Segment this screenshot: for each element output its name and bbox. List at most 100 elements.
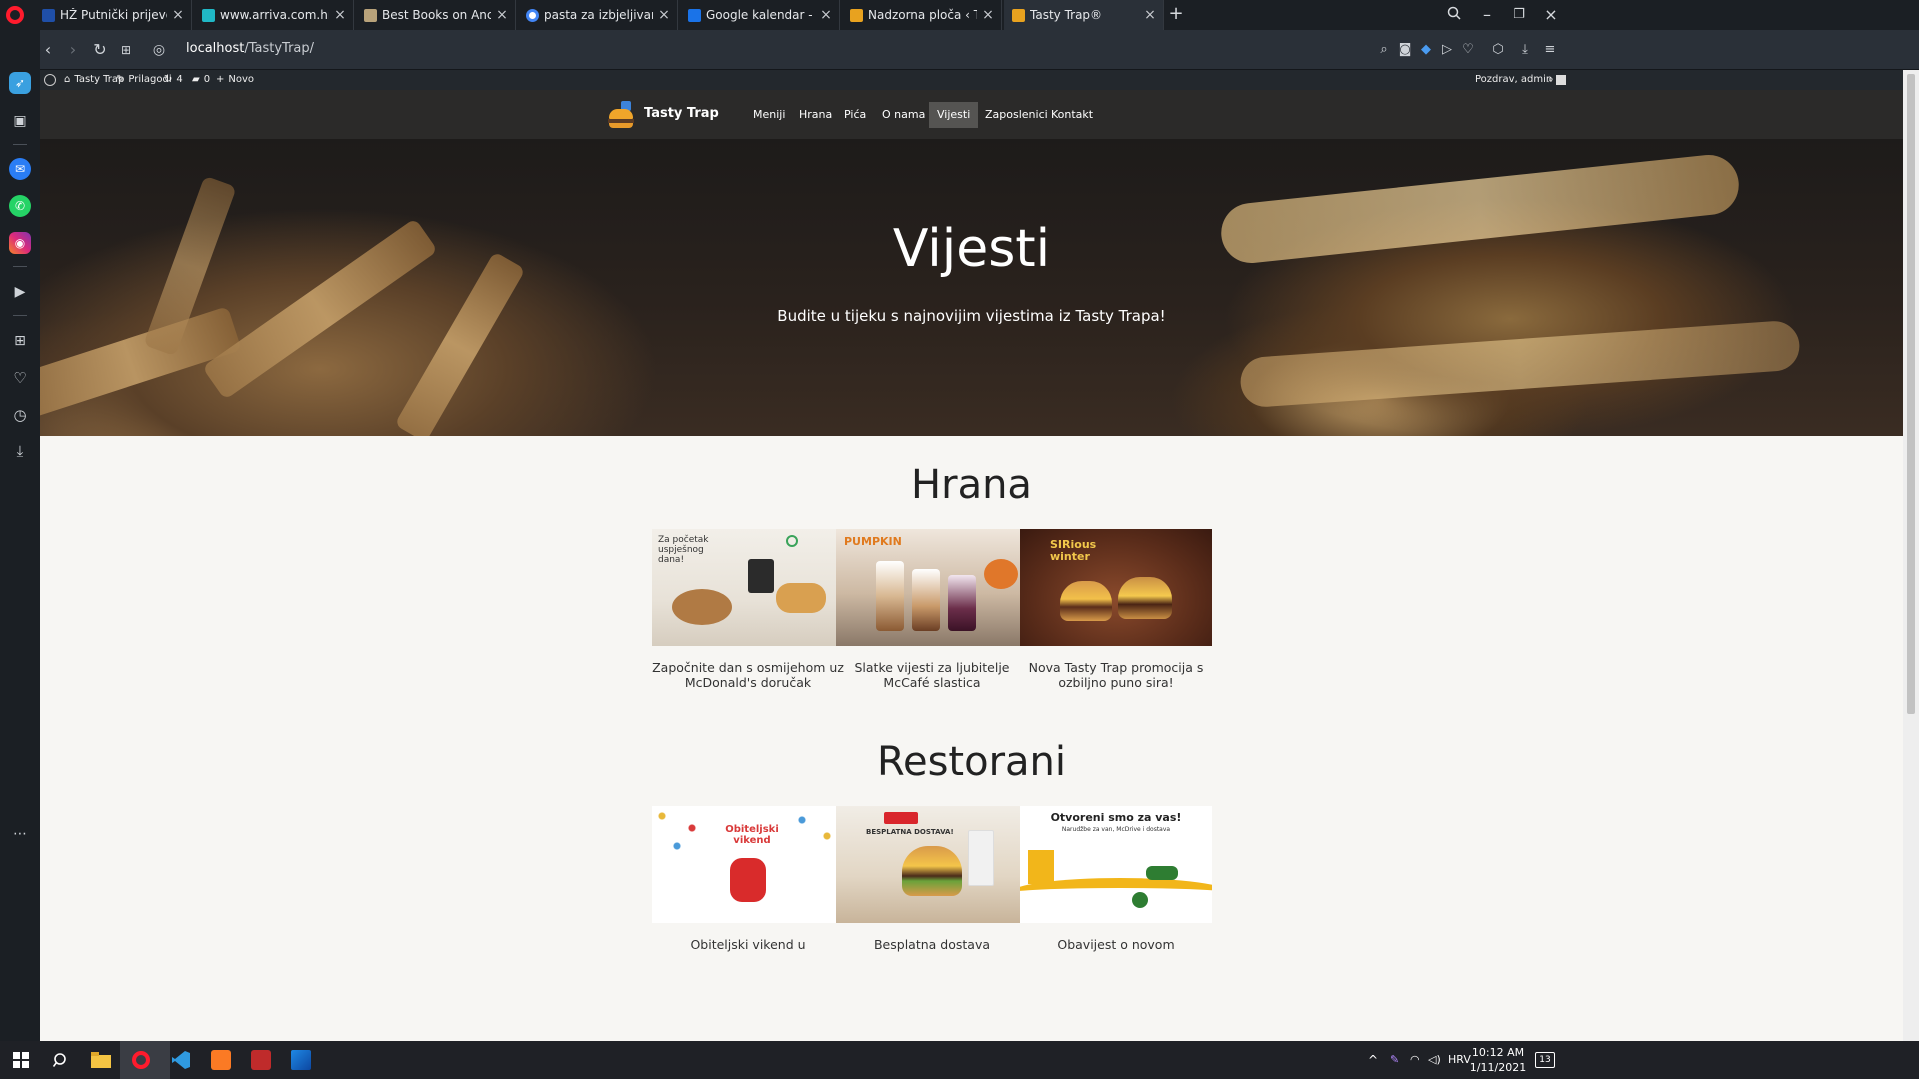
close-tab-icon[interactable]: × — [171, 7, 185, 23]
close-tab-icon[interactable]: × — [657, 7, 671, 23]
news-card-image[interactable]: Obiteljski vikend — [652, 806, 844, 923]
news-card-caption[interactable]: Obavijest o novom — [1020, 937, 1212, 952]
opera-menu-icon[interactable] — [6, 6, 24, 24]
new-tab-plus-icon[interactable]: + — [1165, 3, 1187, 25]
menu-item-kontakt[interactable]: Kontakt — [1043, 102, 1101, 128]
vscode-icon[interactable] — [168, 1047, 194, 1073]
page-search-icon[interactable]: ⌕ — [1374, 40, 1394, 60]
snapshot-camera-icon[interactable]: ◙ — [1395, 40, 1415, 60]
tab-dashboard[interactable]: Nadzorna ploča ‹ Tasty Tra × — [842, 0, 1002, 30]
wp-updates-link[interactable]: ↻ 4 — [164, 74, 183, 85]
news-card-image[interactable]: Otvoreni smo za vas! Narudžbe za van, Mc… — [1020, 806, 1212, 923]
notification-center-icon[interactable]: 13 — [1535, 1052, 1555, 1068]
globe-icon: ◎ — [152, 42, 166, 58]
menu-item-o-nama[interactable]: O nama — [874, 102, 933, 128]
wp-comments-link[interactable]: ▰ 0 — [192, 74, 210, 85]
tab-google-search[interactable]: pasta za izbjeljivanje zubi - × — [518, 0, 678, 30]
news-card-caption[interactable]: Besplatna dostava — [836, 937, 1028, 952]
more-dots-icon[interactable]: ⋯ — [9, 823, 31, 845]
muffin-shape — [776, 583, 826, 613]
page-scrollbar[interactable] — [1903, 70, 1919, 1041]
forward-icon[interactable]: › — [62, 39, 84, 61]
news-card-caption[interactable]: Započnite dan s osmijehom uz McDonald's … — [652, 660, 844, 690]
restaurant-shape — [1028, 850, 1054, 884]
briefcase-workspace-icon[interactable]: ▣ — [9, 110, 31, 132]
menu-item-hrana[interactable]: Hrana — [791, 102, 840, 128]
news-card[interactable]: PUMPKIN Slatke vijesti za ljubitelje McC… — [836, 529, 1028, 690]
close-tab-icon[interactable]: × — [495, 7, 509, 23]
url-field[interactable]: localhost/TastyTrap/ — [186, 41, 314, 56]
wifi-icon[interactable]: ◠ — [1410, 1053, 1420, 1066]
wp-search-icon[interactable]: ⌕ — [1548, 74, 1554, 85]
photos-icon[interactable] — [288, 1047, 314, 1073]
wp-new-link[interactable]: + Novo — [216, 74, 254, 85]
xampp-icon[interactable] — [208, 1047, 234, 1073]
wordpress-logo-icon[interactable] — [44, 74, 56, 86]
tab-goodreads[interactable]: Best Books on Ancient Gre × — [356, 0, 516, 30]
news-card-image[interactable]: PUMPKIN — [836, 529, 1028, 646]
tabs-grid-icon[interactable]: ⊞ — [115, 39, 137, 61]
system-clock[interactable]: 10:12 AM 1/11/2021 — [1468, 1045, 1528, 1075]
filezilla-icon[interactable] — [248, 1047, 274, 1073]
book-favicon-icon — [364, 8, 377, 22]
instagram-icon[interactable]: ◉ — [9, 232, 31, 254]
news-card-caption[interactable]: Obiteljski vikend u — [652, 937, 844, 952]
volume-icon[interactable]: ◁) — [1428, 1053, 1441, 1066]
history-clock-icon[interactable]: ◷ — [9, 404, 31, 426]
adblock-shield-icon[interactable]: ◆ — [1416, 40, 1436, 60]
tasty-trap-logo[interactable] — [607, 101, 635, 129]
close-window-icon[interactable]: × — [1540, 4, 1562, 26]
restore-window-icon[interactable]: ❐ — [1508, 4, 1530, 26]
news-card[interactable]: SIRious winter Nova Tasty Trap promocija… — [1020, 529, 1212, 690]
wp-new-label: Novo — [228, 74, 255, 85]
windows-start-icon[interactable] — [8, 1047, 34, 1073]
card-image-caption: Otvoreni smo za vas! — [1050, 811, 1182, 824]
downloads-icon[interactable]: ⤓ — [1515, 40, 1535, 60]
tasty-trap-favicon-icon — [1012, 8, 1025, 22]
menu-item-pica[interactable]: Pića — [836, 102, 874, 128]
easy-setup-menu-icon[interactable]: ≡ — [1540, 40, 1560, 60]
news-card[interactable]: Obiteljski vikend Obiteljski vikend u — [652, 806, 844, 952]
file-explorer-icon[interactable] — [88, 1047, 114, 1073]
player-play-icon[interactable]: ▶ — [9, 281, 31, 303]
news-card-image[interactable]: SIRious winter — [1020, 529, 1212, 646]
news-card-caption[interactable]: Slatke vijesti za ljubitelje McCafé slas… — [836, 660, 1028, 690]
comment-bubble-icon: ▰ — [192, 74, 200, 85]
reload-icon[interactable]: ↻ — [89, 39, 111, 61]
news-card[interactable]: Za početak uspješnog dana! Započnite dan… — [652, 529, 844, 690]
wp-updates-count: 4 — [176, 74, 183, 85]
site-brand[interactable]: Tasty Trap — [644, 106, 719, 121]
send-flow-icon[interactable]: ▷ — [1437, 40, 1457, 60]
heart-bookmark-icon[interactable]: ♡ — [1458, 40, 1478, 60]
tab-arriva[interactable]: www.arriva.com.hr × — [194, 0, 354, 30]
menu-item-meniji[interactable]: Meniji — [745, 102, 793, 128]
opera-taskbar-icon[interactable] — [128, 1047, 154, 1073]
whatsapp-icon[interactable]: ✆ — [9, 195, 31, 217]
tab-hz[interactable]: HŽ Putnički prijevoz × — [34, 0, 192, 30]
news-card-image[interactable]: BESPLATNA DOSTAVA! — [836, 806, 1028, 923]
news-card[interactable]: BESPLATNA DOSTAVA! Besplatna dostava — [836, 806, 1028, 952]
news-card-image[interactable]: Za početak uspješnog dana! — [652, 529, 844, 646]
news-card[interactable]: Otvoreni smo za vas! Narudžbe za van, Mc… — [1020, 806, 1212, 952]
back-icon[interactable]: ‹ — [37, 39, 59, 61]
pen-workspace-icon[interactable]: ✎ — [1390, 1053, 1399, 1066]
close-tab-icon[interactable]: × — [1143, 7, 1157, 23]
tab-tasty-trap-active[interactable]: Tasty Trap® × — [1004, 0, 1164, 30]
rocket-start-icon[interactable]: ➶ — [9, 72, 31, 94]
search-icon[interactable] — [48, 1047, 74, 1073]
messenger-icon[interactable]: ✉ — [9, 158, 31, 180]
close-tab-icon[interactable]: × — [333, 7, 347, 23]
news-card-caption[interactable]: Nova Tasty Trap promocija s ozbiljno pun… — [1020, 660, 1212, 690]
menu-item-vijesti[interactable]: Vijesti — [929, 102, 979, 128]
cube-extensions-icon[interactable]: ⬡ — [1488, 40, 1508, 60]
tab-google-calendar[interactable]: Google kalendar - Tjedan o × — [680, 0, 840, 30]
tray-chevron-up-icon[interactable]: ^ — [1368, 1053, 1378, 1067]
bookmarks-heart-icon[interactable]: ♡ — [9, 367, 31, 389]
speed-dial-grid-icon[interactable]: ⊞ — [9, 330, 31, 352]
close-tab-icon[interactable]: × — [981, 7, 995, 23]
downloads-icon[interactable]: ⤓ — [9, 440, 31, 462]
close-tab-icon[interactable]: × — [819, 7, 833, 23]
search-tabs-icon[interactable] — [1443, 4, 1465, 26]
minimize-window-icon[interactable]: – — [1476, 4, 1498, 26]
scrollbar-thumb[interactable] — [1907, 74, 1915, 714]
